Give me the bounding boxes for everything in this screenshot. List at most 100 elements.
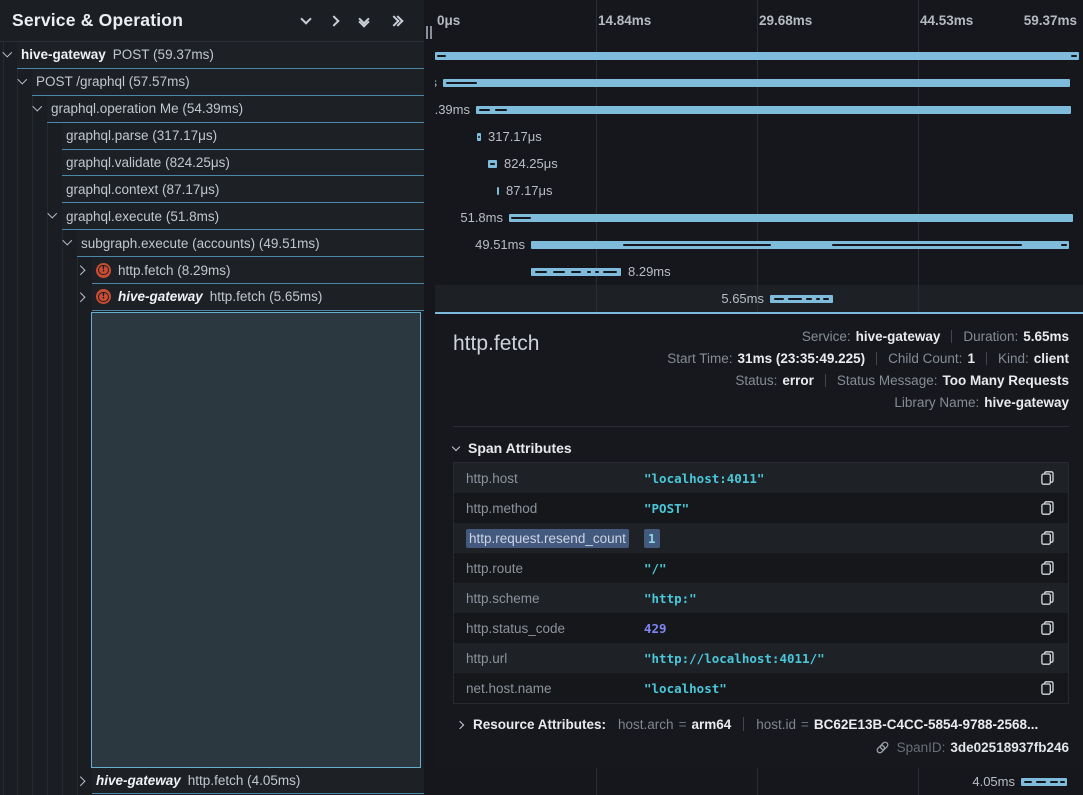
copy-button[interactable] xyxy=(1039,589,1056,607)
span-tree-row[interactable]: graphql.execute (51.8ms) xyxy=(62,203,424,230)
span-bar[interactable] xyxy=(488,160,497,168)
attribute-row[interactable]: http.status_code429 xyxy=(454,613,1068,643)
attribute-key: http.host xyxy=(466,471,644,486)
attribute-row[interactable]: http.scheme"http:" xyxy=(454,583,1068,613)
chevron-down-icon[interactable] xyxy=(33,101,42,110)
span-tree-row[interactable]: subgraph.execute (accounts) (49.51ms) xyxy=(77,230,424,257)
tick-label: 44.53ms xyxy=(920,0,973,42)
span-bar[interactable] xyxy=(770,295,833,303)
panel-resize-handle[interactable] xyxy=(424,0,435,795)
attribute-value-text: "localhost:4011" xyxy=(644,471,764,486)
self-time-dash xyxy=(587,271,591,273)
collapse-one-button[interactable] xyxy=(298,15,314,27)
attribute-row[interactable]: net.host.name "localhost" xyxy=(454,673,1068,703)
span-tree-row[interactable]: hive-gatewayPOST (59.37ms) xyxy=(17,42,424,69)
copy-button[interactable] xyxy=(1039,559,1056,577)
expand-one-button[interactable] xyxy=(328,13,342,29)
span-attributes-section-header[interactable]: Span Attributes xyxy=(453,440,1069,456)
copy-button[interactable] xyxy=(1039,619,1056,637)
timeline-row: 54.39ms xyxy=(435,96,1083,123)
span-tree-row[interactable]: hive-gateway http.fetch (5.65ms) xyxy=(92,284,424,311)
chevron-right-icon xyxy=(328,15,339,26)
span-bar[interactable] xyxy=(443,79,1070,87)
span-tree-row[interactable]: graphql.parse (317.17μs) xyxy=(62,123,424,150)
attribute-row[interactable]: http.method"POST" xyxy=(454,493,1068,523)
attribute-value-text: "http:" xyxy=(644,591,697,606)
copy-icon xyxy=(1041,471,1054,485)
span-name: graphql.parse (317.17μs) xyxy=(66,128,217,143)
span-bar[interactable] xyxy=(509,214,1073,222)
self-time-dash xyxy=(1071,55,1077,57)
chevron-right-icon[interactable] xyxy=(76,777,85,786)
attribute-value-text: 1 xyxy=(644,529,660,548)
chevron-down-icon[interactable] xyxy=(18,75,27,84)
span-name: graphql.validate (824.25μs) xyxy=(66,155,230,170)
service-name: hive-gateway xyxy=(118,289,203,304)
span-bar[interactable] xyxy=(476,106,1071,114)
copy-button[interactable] xyxy=(1039,679,1056,697)
self-time-dash xyxy=(623,244,771,246)
chevron-down-icon[interactable] xyxy=(63,236,72,245)
timeline-row: 49.51ms xyxy=(435,231,1083,258)
tick-label: 29.68ms xyxy=(759,0,812,42)
meta-value: 1 xyxy=(967,351,975,366)
copy-icon xyxy=(1041,531,1054,545)
attribute-key-text: net.host.name xyxy=(466,681,552,696)
span-bar[interactable] xyxy=(1021,778,1067,786)
equals-sign: = xyxy=(679,717,687,732)
span-bar[interactable] xyxy=(497,187,499,195)
span-id-value: 3de02518937fb246 xyxy=(950,740,1069,755)
span-bar[interactable] xyxy=(531,241,1069,249)
meta-line: Start Time:31ms (23:35:49.225)Child Coun… xyxy=(539,348,1069,370)
attribute-value: 1 xyxy=(644,531,1039,546)
duration-label: 5.65ms xyxy=(721,285,764,312)
attribute-key-text: http.host xyxy=(466,471,518,486)
copy-button[interactable] xyxy=(1039,469,1056,487)
collapse-all-button[interactable] xyxy=(356,11,372,30)
chevron-right-icon[interactable] xyxy=(76,266,85,275)
attribute-key: http.scheme xyxy=(466,591,644,606)
copy-button[interactable] xyxy=(1039,649,1056,667)
self-time-dash xyxy=(823,298,829,300)
attribute-row[interactable]: http.url"http://localhost:4011/" xyxy=(454,643,1068,673)
span-name: graphql.context (87.17μs) xyxy=(66,182,219,197)
copy-button[interactable] xyxy=(1039,499,1056,517)
span-tree-row[interactable]: POST /graphql (57.57ms) xyxy=(32,69,424,96)
span-bar[interactable] xyxy=(435,52,1079,60)
self-time-dash xyxy=(571,271,581,273)
self-time-dash xyxy=(1024,781,1032,783)
timeline-row: 87.17μs xyxy=(435,177,1083,204)
tick-label: 59.37ms xyxy=(1024,0,1077,42)
attribute-row[interactable]: http.host "localhost:4011" xyxy=(454,463,1068,493)
attribute-row[interactable]: http.route"/" xyxy=(454,553,1068,583)
span-tree-row[interactable]: http.fetch (8.29ms) xyxy=(92,257,424,284)
copy-icon xyxy=(1041,681,1054,695)
equals-sign: = xyxy=(801,717,809,732)
span-name: http.fetch (5.65ms) xyxy=(210,289,323,304)
self-time-dash xyxy=(479,109,490,111)
span-bar[interactable] xyxy=(531,268,621,276)
span-tree-row[interactable]: graphql.operation Me (54.39ms) xyxy=(47,96,424,123)
attribute-row[interactable]: http.request.resend_count1 xyxy=(454,523,1068,553)
chevron-right-icon xyxy=(456,720,464,728)
chevron-down-icon[interactable] xyxy=(3,48,12,57)
chevron-right-icon[interactable] xyxy=(76,293,85,302)
span-tree-row[interactable]: graphql.validate (824.25μs) xyxy=(62,150,424,177)
chevron-down-icon[interactable] xyxy=(48,209,57,218)
span-tree-row[interactable]: hive-gatewayhttp.fetch (4.05ms) xyxy=(92,768,424,794)
meta-separator xyxy=(825,374,826,387)
duration-label: 87.17μs xyxy=(506,177,553,204)
attribute-value-text: "localhost" xyxy=(644,681,727,696)
span-bar[interactable] xyxy=(477,133,481,141)
expand-all-button[interactable] xyxy=(386,13,406,29)
span-tree-panel: hive-gatewayPOST (59.37ms)POST /graphql … xyxy=(0,0,424,795)
resource-attributes-row[interactable]: Resource Attributes: host.arch=arm64host… xyxy=(453,717,1069,732)
span-tree-row[interactable]: graphql.context (87.17μs) xyxy=(62,176,424,203)
duration-label: 824.25μs xyxy=(504,150,558,177)
attribute-key: net.host.name xyxy=(466,681,644,696)
timeline-row: 824.25μs xyxy=(435,150,1083,177)
attribute-value: "localhost" xyxy=(644,681,1039,696)
copy-button[interactable] xyxy=(1039,529,1056,547)
span-name: graphql.operation Me (54.39ms) xyxy=(51,101,243,116)
copy-icon xyxy=(1041,621,1054,635)
